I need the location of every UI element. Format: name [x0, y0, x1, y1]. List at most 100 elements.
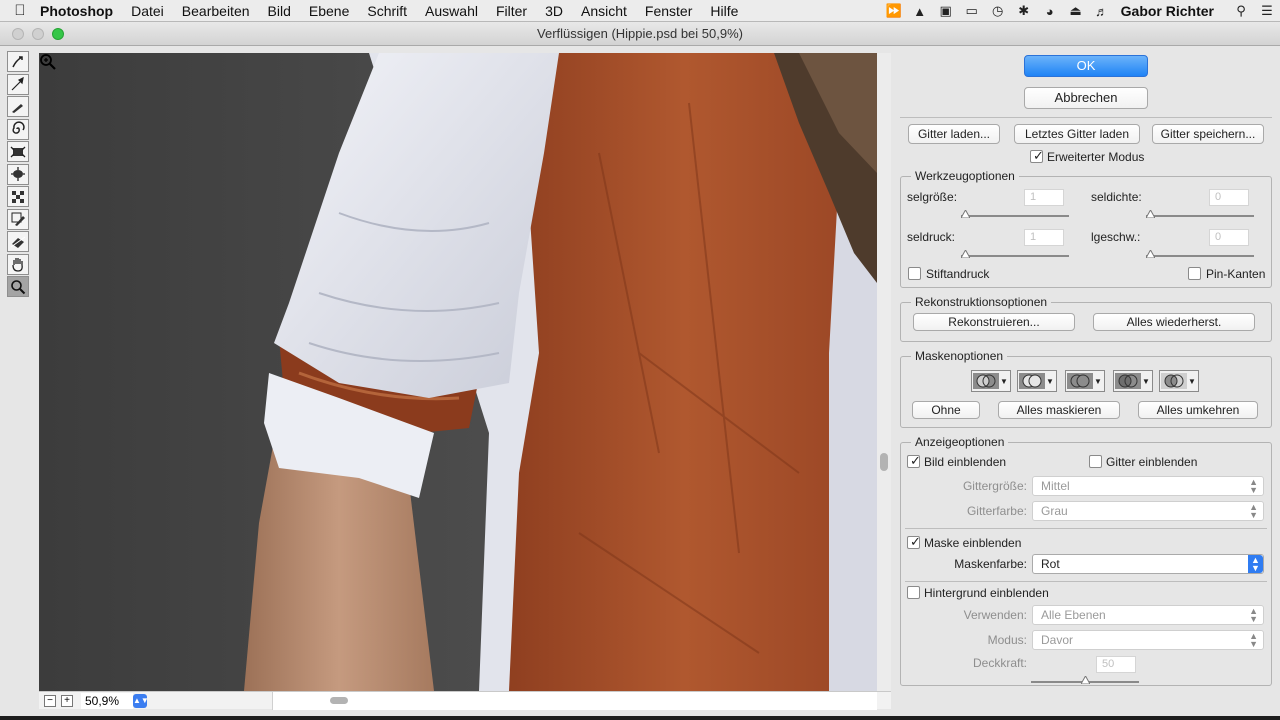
save-mesh-button[interactable]: Gitter speichern...	[1152, 124, 1264, 144]
mask-intersect-icon	[1115, 373, 1141, 389]
load-mesh-button[interactable]: Gitter laden...	[908, 124, 1000, 144]
mask-intersect-button[interactable]: ▼	[1113, 370, 1153, 392]
menu-hilfe[interactable]: Hilfe	[710, 3, 738, 19]
horizontal-scroll-thumb[interactable]	[330, 697, 348, 704]
monitor-icon[interactable]: ▣	[933, 0, 959, 22]
forward-warp-tool[interactable]	[7, 51, 29, 72]
twirl-clockwise-tool[interactable]	[7, 118, 29, 140]
mask-replace-selection-button[interactable]: ▼	[971, 370, 1011, 392]
fast-forward-icon[interactable]: ⏩	[881, 0, 907, 22]
brush-rate-slider[interactable]	[1146, 250, 1254, 258]
menu-fenster[interactable]: Fenster	[645, 3, 692, 19]
mask-none-button[interactable]: Ohne	[912, 401, 980, 419]
slider-knob-icon[interactable]	[961, 250, 970, 258]
mask-options-group: Maskenoptionen ▼ ▼ ▼ ▼ ▼ Ohne Alles mask…	[900, 349, 1272, 428]
thaw-mask-tool[interactable]	[7, 231, 29, 252]
zoom-out-button[interactable]: −	[44, 694, 56, 707]
select-arrows-icon: ▲ ▼	[1249, 477, 1258, 495]
hat-icon[interactable]: ▲	[907, 0, 933, 22]
load-last-mesh-button[interactable]: Letztes Gitter laden	[1014, 124, 1140, 144]
volume-icon[interactable]: ♬	[1089, 0, 1115, 22]
slider-knob-icon[interactable]	[1081, 676, 1090, 684]
spotlight-search-icon[interactable]: ⚲	[1228, 0, 1254, 22]
zoom-level-field[interactable]: 50,9%	[81, 692, 133, 709]
divider	[905, 581, 1267, 582]
smooth-tool[interactable]	[7, 96, 29, 117]
menu-bearbeiten[interactable]: Bearbeiten	[182, 3, 250, 19]
mask-color-select[interactable]: Rot ▲ ▼	[1032, 554, 1264, 574]
menu-auswahl[interactable]: Auswahl	[425, 3, 478, 19]
menu-ansicht[interactable]: Ansicht	[581, 3, 627, 19]
opacity-field[interactable]: 50	[1096, 656, 1136, 673]
canvas-vertical-scrollbar[interactable]	[877, 53, 891, 691]
time-machine-icon[interactable]: ◷	[985, 0, 1011, 22]
notification-list-icon[interactable]: ☰	[1254, 0, 1280, 22]
window-title-bar: Verflüssigen (Hippie.psd bei 50,9%)	[0, 22, 1280, 46]
show-image-checkbox[interactable]: ✓	[907, 453, 921, 468]
bloat-tool[interactable]	[7, 163, 29, 185]
zoom-tool[interactable]	[7, 276, 29, 297]
slider-knob-icon[interactable]	[1146, 210, 1155, 218]
show-mask-checkbox[interactable]: ✓	[907, 534, 921, 549]
menu-schrift[interactable]: Schrift	[367, 3, 407, 19]
menu-app-name[interactable]: Photoshop	[40, 3, 113, 19]
mode-value: Davor	[1041, 633, 1074, 647]
canvas-horizontal-scrollbar[interactable]	[272, 692, 877, 710]
hand-tool[interactable]	[7, 253, 29, 275]
brush-size-field[interactable]: 1	[1024, 189, 1064, 206]
brush-pressure-field[interactable]: 1	[1024, 229, 1064, 246]
mask-add-button[interactable]: ▼	[1017, 370, 1057, 392]
pucker-tool[interactable]	[7, 141, 29, 162]
brush-size-label: selgröße:	[907, 190, 958, 204]
bluetooth-icon[interactable]: ✱	[1011, 0, 1037, 22]
mesh-color-select[interactable]: Grau ▲ ▼	[1032, 501, 1264, 521]
mode-select[interactable]: Davor ▲ ▼	[1032, 630, 1264, 650]
cancel-button[interactable]: Abbrechen	[1024, 87, 1148, 109]
vertical-scroll-thumb[interactable]	[880, 453, 888, 471]
slider-knob-icon[interactable]	[961, 210, 970, 218]
menu-3d[interactable]: 3D	[545, 3, 563, 19]
mask-invert-button[interactable]: ▼	[1159, 370, 1199, 392]
advanced-mode-checkbox[interactable]: ✓	[1030, 148, 1044, 163]
freeze-mask-tool[interactable]	[7, 208, 29, 230]
restore-all-button[interactable]: Alles wiederherst.	[1093, 313, 1255, 331]
ok-button[interactable]: OK	[1024, 55, 1148, 77]
user-name[interactable]: Gabor Richter	[1121, 3, 1214, 19]
liquify-toolbar	[7, 51, 31, 299]
zoom-in-button[interactable]: +	[61, 694, 73, 707]
mask-all-button[interactable]: Alles maskieren	[998, 401, 1120, 419]
eject-icon[interactable]: ⏏	[1063, 0, 1089, 22]
bloat-icon	[11, 167, 25, 181]
brush-density-slider[interactable]	[1146, 210, 1254, 218]
wifi-icon[interactable]: ◕	[1037, 0, 1063, 22]
reconstruct-button[interactable]: Rekonstruieren...	[913, 313, 1075, 331]
airplay-icon[interactable]: ▭	[959, 0, 985, 22]
brush-density-field[interactable]: 0	[1209, 189, 1249, 206]
show-mesh-checkbox[interactable]	[1089, 455, 1102, 468]
brush-pressure-slider[interactable]	[961, 250, 1069, 258]
menu-ebene[interactable]: Ebene	[309, 3, 349, 19]
zoom-level-dropdown[interactable]: ▲▼	[133, 693, 149, 708]
brush-size-slider[interactable]	[961, 210, 1069, 218]
reconstruct-tool[interactable]	[7, 73, 29, 95]
menu-filter[interactable]: Filter	[496, 3, 527, 19]
opacity-slider[interactable]	[1031, 676, 1139, 684]
brush-pressure-label: seldruck:	[907, 230, 956, 244]
pin-edges-checkbox[interactable]	[1188, 267, 1201, 280]
menu-datei[interactable]: Datei	[131, 3, 164, 19]
slider-knob-icon[interactable]	[1146, 250, 1155, 258]
invert-all-button[interactable]: Alles umkehren	[1138, 401, 1258, 419]
mesh-size-select[interactable]: Mittel ▲ ▼	[1032, 476, 1264, 496]
use-select[interactable]: Alle Ebenen ▲ ▼	[1032, 605, 1264, 625]
image-canvas[interactable]	[39, 53, 877, 691]
menu-bild[interactable]: Bild	[268, 3, 291, 19]
dropdown-arrow-icon: ▼	[1094, 376, 1102, 386]
stylus-pressure-checkbox[interactable]	[908, 267, 921, 280]
select-arrows-icon: ▲ ▼	[1249, 606, 1258, 624]
brush-rate-field[interactable]: 0	[1209, 229, 1249, 246]
push-left-tool[interactable]	[7, 186, 29, 207]
apple-menu-icon[interactable]: 	[0, 2, 40, 19]
mask-subtract-button[interactable]: ▼	[1065, 370, 1105, 392]
show-backdrop-checkbox[interactable]	[907, 586, 920, 599]
stylus-pressure-label: Stiftandruck	[926, 267, 990, 281]
